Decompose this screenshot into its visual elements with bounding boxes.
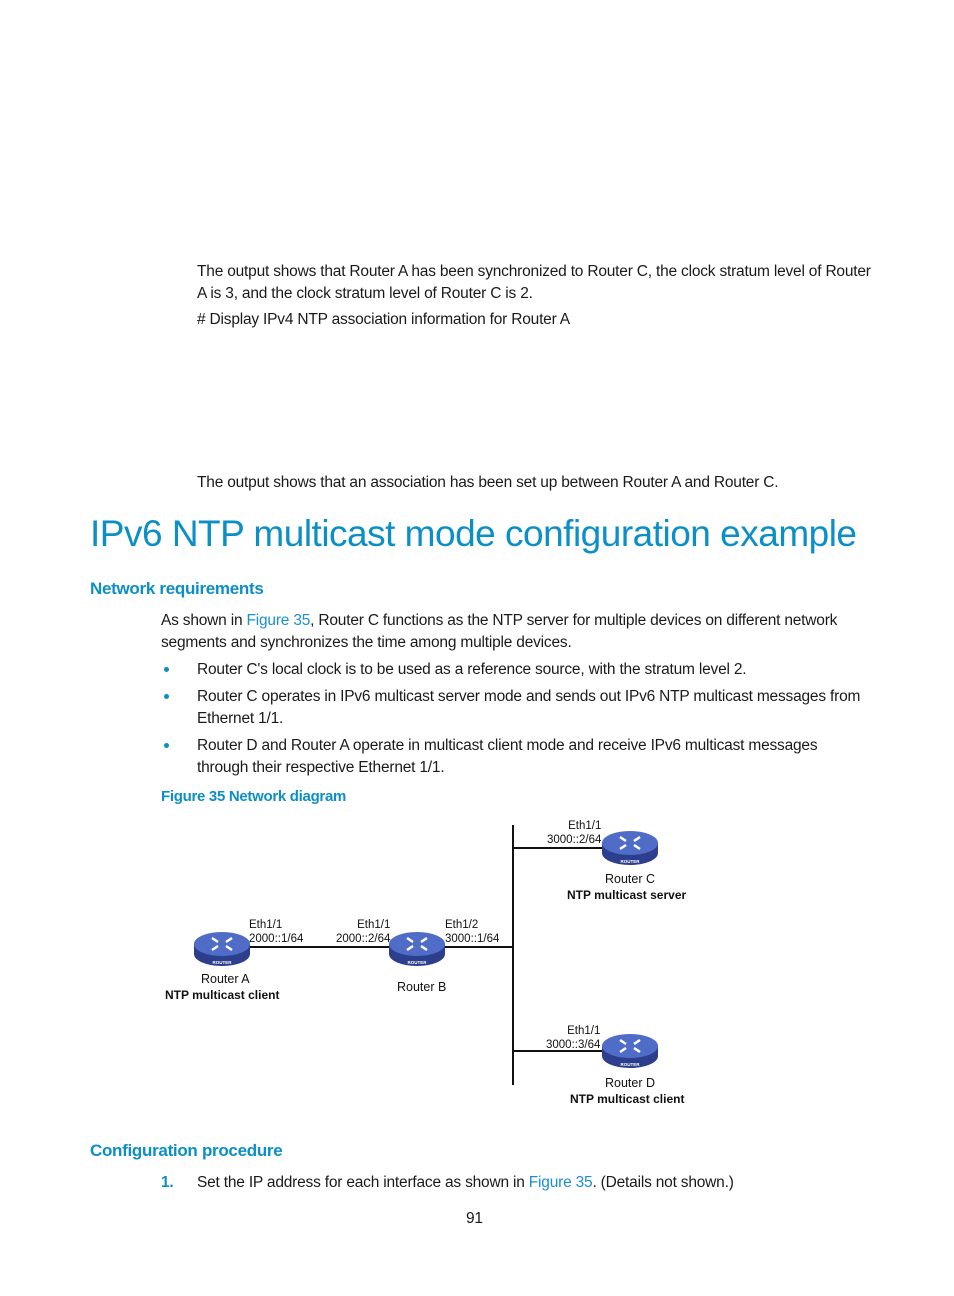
paragraph-association-output: The output shows that an association has… bbox=[197, 474, 779, 491]
svg-text:ROUTER: ROUTER bbox=[621, 859, 641, 864]
bullet-icon bbox=[164, 743, 169, 748]
step-item: Set the IP address for each interface as… bbox=[197, 1174, 734, 1191]
heading-network-requirements: Network requirements bbox=[90, 579, 264, 598]
svg-text:ROUTER: ROUTER bbox=[621, 1062, 641, 1067]
link-c bbox=[512, 847, 612, 849]
paragraph-line: The output shows that Router A has been … bbox=[197, 263, 871, 280]
section-title: IPv6 NTP multicast mode configuration ex… bbox=[90, 513, 857, 554]
router-d-name: Router D bbox=[605, 1076, 656, 1090]
svg-text:ROUTER: ROUTER bbox=[213, 960, 233, 965]
router-b-interface-1: Eth1/1 2000::2/64 bbox=[336, 919, 391, 945]
step-number: 1. bbox=[161, 1174, 174, 1191]
lan-segment-line bbox=[512, 825, 514, 1085]
network-requirements-intro: As shown in Figure 35, Router C function… bbox=[161, 610, 866, 653]
router-c-icon: ROUTER bbox=[602, 831, 658, 865]
bullet-icon bbox=[164, 667, 169, 672]
router-a-icon: ROUTER bbox=[194, 932, 250, 966]
figure-caption: Figure 35 Network diagram bbox=[161, 788, 347, 805]
link-d bbox=[512, 1050, 612, 1052]
router-d-interface: Eth1/1 3000::3/64 bbox=[546, 1025, 601, 1051]
router-c-role: NTP multicast server bbox=[567, 888, 687, 902]
figure-35-link[interactable]: Figure 35 bbox=[246, 612, 310, 629]
intro-line: As shown in Figure 35, Router C function… bbox=[161, 612, 838, 629]
router-c-interface: Eth1/1 3000::2/64 bbox=[547, 820, 602, 846]
router-a-interface: Eth1/1 2000::1/64 bbox=[249, 919, 304, 945]
router-b-icon: ROUTER bbox=[389, 932, 445, 966]
router-b-name: Router B bbox=[397, 980, 447, 994]
router-d-icon: ROUTER bbox=[602, 1034, 658, 1068]
svg-text:ROUTER: ROUTER bbox=[408, 960, 428, 965]
router-a-name: Router A bbox=[201, 972, 250, 986]
bullet-item: Router D and Router A operate in multica… bbox=[197, 737, 818, 776]
figure-35-link[interactable]: Figure 35 bbox=[529, 1174, 593, 1191]
router-d-role: NTP multicast client bbox=[570, 1092, 685, 1106]
page-number: 91 bbox=[466, 1210, 483, 1227]
link-a-b-c bbox=[240, 946, 514, 948]
paragraph-sync-output: The output shows that Router A has been … bbox=[197, 261, 871, 304]
heading-configuration-procedure: Configuration procedure bbox=[90, 1141, 283, 1160]
paragraph-display-command: # Display IPv4 NTP association informati… bbox=[197, 311, 570, 328]
router-b-interface-2: Eth1/2 3000::1/64 bbox=[445, 919, 500, 945]
router-c-name: Router C bbox=[605, 872, 656, 886]
bullet-item: Router C's local clock is to be used as … bbox=[197, 661, 747, 678]
intro-line: segments and synchronizes the time among… bbox=[161, 633, 572, 651]
bullet-item: Router C operates in IPv6 multicast serv… bbox=[197, 688, 861, 727]
router-a-role: NTP multicast client bbox=[165, 988, 280, 1002]
bullet-icon bbox=[164, 694, 169, 699]
paragraph-line: A is 3, and the clock stratum level of R… bbox=[197, 284, 533, 302]
